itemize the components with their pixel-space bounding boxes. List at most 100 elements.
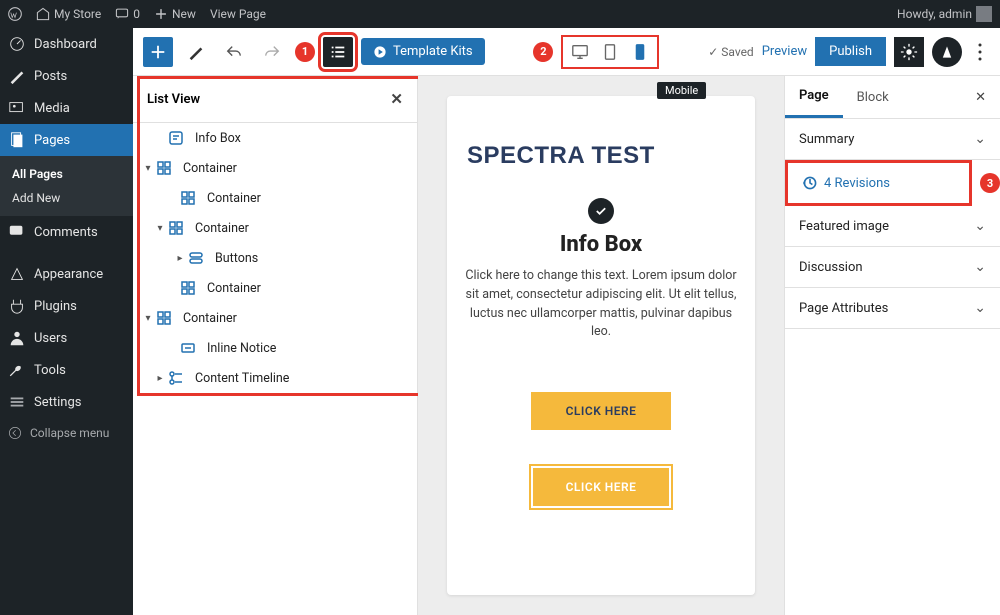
view-page-label: View Page xyxy=(210,7,266,21)
settings-button[interactable] xyxy=(894,37,924,67)
list-view-panel: List View ✕ ▸Info Box ▾Container ▸Contai… xyxy=(133,76,418,615)
list-view-title: List View xyxy=(147,92,200,107)
mobile-preview-frame: SPECTRA TEST Info Box Click here to chan… xyxy=(447,96,755,595)
sidebar-item-tools[interactable]: Tools xyxy=(0,354,133,386)
panel-label: Page Attributes xyxy=(799,301,888,316)
preview-link[interactable]: Preview xyxy=(762,44,807,59)
editor-canvas[interactable]: Mobile SPECTRA TEST Info Box Click here … xyxy=(418,76,784,615)
timeline-icon xyxy=(169,370,189,386)
avatar xyxy=(976,6,992,22)
page-heading[interactable]: SPECTRA TEST xyxy=(467,142,735,170)
inserter-button[interactable] xyxy=(143,37,173,67)
cta-button-2[interactable]: CLICK HERE xyxy=(531,466,671,508)
undo-button[interactable] xyxy=(219,37,249,67)
sidebar-item-label: Dashboard xyxy=(34,37,97,52)
container-icon xyxy=(157,160,177,176)
panel-label: Summary xyxy=(799,132,854,147)
lv-container-4[interactable]: ▸Container xyxy=(133,273,417,303)
template-kits-button[interactable]: Template Kits xyxy=(361,38,485,65)
collapse-label: Collapse menu xyxy=(30,426,109,440)
panel-discussion[interactable]: Discussion ⌄ xyxy=(785,247,1000,288)
container-icon xyxy=(181,190,201,206)
container-icon xyxy=(181,280,201,296)
sidebar-item-label: Posts xyxy=(34,69,67,84)
buttons-icon xyxy=(189,250,209,266)
sidebar-item-label: Settings xyxy=(34,395,81,410)
edit-button[interactable] xyxy=(181,37,211,67)
lv-container-3[interactable]: ▾Container xyxy=(133,213,417,243)
panel-label: Discussion xyxy=(799,260,863,275)
lv-label: Container xyxy=(195,221,249,236)
container-icon xyxy=(157,310,177,326)
wp-logo-icon[interactable] xyxy=(8,7,22,21)
sidebar-item-label: Tools xyxy=(34,363,66,378)
settings-panel: Page Block ✕ Summary ⌄ 4 Revisions 3 Feat… xyxy=(784,76,1000,615)
sidebar-item-comments[interactable]: Comments xyxy=(0,216,133,248)
template-kits-label: Template Kits xyxy=(393,44,473,59)
greeting[interactable]: Howdy, admin xyxy=(897,6,992,22)
sub-label: Add New xyxy=(12,191,60,205)
lv-container-1[interactable]: ▾Container xyxy=(133,153,417,183)
panel-summary[interactable]: Summary ⌄ xyxy=(785,119,1000,160)
list-view-button[interactable] xyxy=(323,37,353,67)
collapse-menu[interactable]: Collapse menu xyxy=(0,418,133,448)
view-page-link[interactable]: View Page xyxy=(210,7,266,21)
redo-button[interactable] xyxy=(257,37,287,67)
check-icon xyxy=(588,198,614,224)
annotation-badge-3: 3 xyxy=(980,173,1000,193)
lv-label: Inline Notice xyxy=(207,341,276,356)
close-panel[interactable]: ✕ xyxy=(961,90,1000,105)
revisions-label: 4 Revisions xyxy=(824,176,890,191)
sub-add-new[interactable]: Add New xyxy=(0,186,133,210)
publish-button[interactable]: Publish xyxy=(815,37,886,66)
info-box-heading[interactable]: Info Box xyxy=(455,232,747,257)
site-link[interactable]: My Store xyxy=(36,7,101,21)
lv-content-timeline[interactable]: ▸Content Timeline xyxy=(133,363,417,393)
sub-all-pages[interactable]: All Pages xyxy=(0,162,133,186)
lv-container-5[interactable]: ▾Container xyxy=(133,303,417,333)
tablet-view-button[interactable] xyxy=(597,39,623,65)
sidebar-item-plugins[interactable]: Plugins xyxy=(0,290,133,322)
tab-block[interactable]: Block xyxy=(843,78,903,117)
lv-container-2[interactable]: ▸Container xyxy=(133,183,417,213)
mobile-view-button[interactable] xyxy=(627,39,653,65)
close-list-view[interactable]: ✕ xyxy=(390,90,403,108)
saved-status: ✓ Saved xyxy=(708,45,753,59)
cta-button-1[interactable]: CLICK HERE xyxy=(531,392,671,430)
sidebar-item-label: Plugins xyxy=(34,299,77,314)
new-link[interactable]: New xyxy=(154,7,196,21)
sidebar-item-media[interactable]: Media xyxy=(0,92,133,124)
new-label: New xyxy=(172,7,196,21)
comments-link[interactable]: 0 xyxy=(115,7,140,21)
lv-label: Container xyxy=(183,161,237,176)
panel-revisions[interactable]: 4 Revisions xyxy=(785,160,972,206)
sub-label: All Pages xyxy=(12,167,63,181)
chevron-down-icon: ⌄ xyxy=(974,259,986,275)
sidebar-item-pages[interactable]: Pages xyxy=(0,124,133,156)
more-options-button[interactable] xyxy=(970,37,990,67)
panel-page-attributes[interactable]: Page Attributes⌄ xyxy=(785,288,1000,329)
desktop-view-button[interactable] xyxy=(567,39,593,65)
sidebar-item-users[interactable]: Users xyxy=(0,322,133,354)
lv-buttons[interactable]: ▸Buttons xyxy=(133,243,417,273)
sidebar-item-label: Pages xyxy=(34,133,70,148)
sidebar-item-label: Appearance xyxy=(34,267,103,282)
sidebar-item-label: Comments xyxy=(34,225,98,240)
panel-featured-image[interactable]: Featured image⌄ xyxy=(785,206,1000,247)
sidebar-item-dashboard[interactable]: Dashboard xyxy=(0,28,133,60)
sidebar-item-posts[interactable]: Posts xyxy=(0,60,133,92)
sidebar-item-appearance[interactable]: Appearance xyxy=(0,258,133,290)
chevron-down-icon: ⌄ xyxy=(974,131,986,147)
astra-button[interactable] xyxy=(932,37,962,67)
device-preview-group xyxy=(561,35,659,69)
info-box-text[interactable]: Click here to change this text. Lorem ip… xyxy=(455,267,747,342)
sidebar-item-settings[interactable]: Settings xyxy=(0,386,133,418)
lv-info-box[interactable]: ▸Info Box xyxy=(133,123,417,153)
panel-label: Featured image xyxy=(799,219,889,234)
lv-inline-notice[interactable]: ▸Inline Notice xyxy=(133,333,417,363)
lv-label: Content Timeline xyxy=(195,371,289,386)
lv-label: Container xyxy=(207,281,261,296)
tab-page[interactable]: Page xyxy=(785,76,843,118)
annotation-badge-2: 2 xyxy=(533,42,553,62)
lv-label: Buttons xyxy=(215,251,258,266)
